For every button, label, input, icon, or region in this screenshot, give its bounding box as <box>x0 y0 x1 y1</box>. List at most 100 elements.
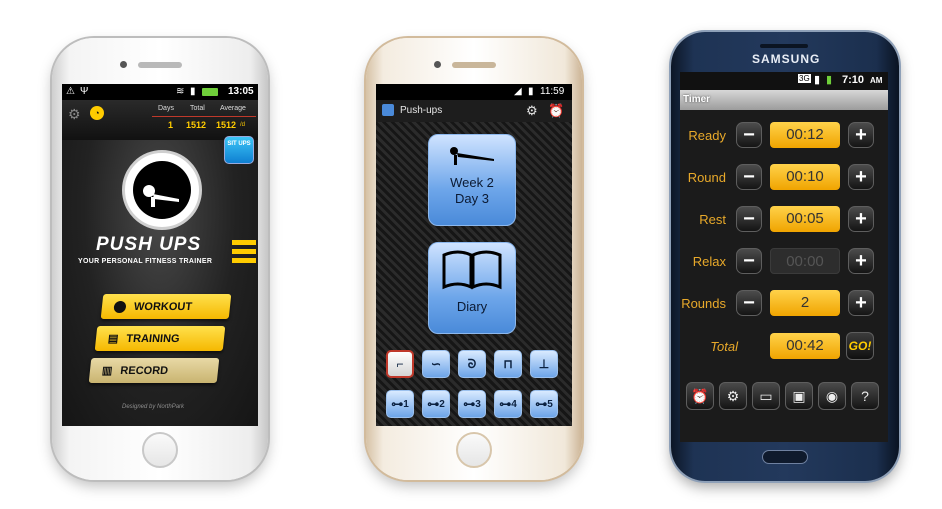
training-button[interactable]: ▤ TRAINING <box>94 326 226 351</box>
exercise-situps-button[interactable]: ∽ <box>422 350 450 378</box>
rest-plus-button[interactable]: + <box>848 206 874 232</box>
situps-app-badge[interactable]: SIT UPS <box>224 136 254 164</box>
stats-divider <box>152 116 256 117</box>
alarm-icon[interactable]: ⏰ <box>548 103 564 119</box>
workout-day-button[interactable]: Week 2 Day 3 <box>428 134 516 226</box>
dumbbell-icon: ⊶ <box>463 397 476 411</box>
stripes-decoration <box>232 240 256 268</box>
app-bar: Push-ups ⚙ ⏰ <box>376 100 572 122</box>
battery-icon: ▮ <box>826 74 833 86</box>
front-camera <box>120 61 127 68</box>
earpiece <box>138 62 182 68</box>
rounds-plus-button[interactable]: + <box>848 290 874 316</box>
go-button[interactable]: GO! <box>846 332 874 360</box>
3g-icon: 3G <box>798 74 811 83</box>
bar-chart-icon: ▥ <box>101 365 113 377</box>
relax-plus-button[interactable]: + <box>848 248 874 274</box>
ready-label: Ready <box>688 128 726 143</box>
exercise-dips-button[interactable]: ⊥ <box>530 350 558 378</box>
brand-logo: SAMSUNG <box>752 52 821 66</box>
round-label: Round <box>687 170 726 185</box>
exercise-pullups-button[interactable]: ⊓ <box>494 350 522 378</box>
status-bar: ⚠ Ψ ≋ ▮ 13:05 <box>62 84 258 100</box>
rounds-value[interactable]: 2 <box>770 290 840 316</box>
workout-button[interactable]: WORKOUT <box>100 294 232 319</box>
level-4-button[interactable]: ⊶ 4 <box>494 390 522 418</box>
settings-icon[interactable]: ⚙ <box>526 103 538 119</box>
dumbbell-icon: ⊶ <box>427 397 440 411</box>
pushup-figure-icon <box>450 147 494 165</box>
dips-icon: ⊥ <box>538 357 550 371</box>
stat-unit: /d <box>240 122 246 128</box>
round-value[interactable]: 00:10 <box>770 164 840 190</box>
level-5-button[interactable]: ⊶ 5 <box>530 390 558 418</box>
workout-week: Week 2 <box>450 175 494 190</box>
ready-value[interactable]: 00:12 <box>770 122 840 148</box>
app-title: Push-ups <box>400 105 443 116</box>
earpiece <box>452 62 496 68</box>
level-3-button[interactable]: ⊶ 3 <box>458 390 486 418</box>
clock-icon[interactable]: ◔ <box>90 106 104 120</box>
app-icon <box>382 104 394 116</box>
front-camera <box>434 61 441 68</box>
stat-days: 1 <box>168 120 174 130</box>
wifi-icon: ≋ <box>176 86 185 97</box>
workout-icon <box>113 300 127 313</box>
folder-icon[interactable]: ▭ <box>752 382 780 410</box>
ready-plus-button[interactable]: + <box>848 122 874 148</box>
relax-value[interactable]: 00:00 <box>770 248 840 274</box>
status-bar: 3G ▮ ▮ 7:10 AM <box>680 72 888 90</box>
alarm-clock-icon[interactable]: ⏰ <box>686 382 714 410</box>
exercise-pushups-button[interactable]: ⌐ <box>386 350 414 378</box>
help-icon[interactable]: ? <box>851 382 879 410</box>
total-value: 00:42 <box>770 333 840 359</box>
diary-button[interactable]: Diary <box>428 242 516 334</box>
usb-icon: Ψ <box>80 86 89 97</box>
exercise-squats-button[interactable]: ᘐ <box>458 350 486 378</box>
book-icon <box>442 250 502 290</box>
signal-icon: ▮ <box>814 74 821 86</box>
dumbbell-icon: ⊶ <box>499 397 512 411</box>
dumbbell-icon: ⊶ <box>391 397 404 411</box>
dumbbell-icon: ⊶ <box>535 397 548 411</box>
pullup-icon: ⊓ <box>503 357 513 371</box>
level-2-button[interactable]: ⊶ 2 <box>422 390 450 418</box>
gear-icon[interactable]: ⚙ <box>68 106 81 123</box>
save-icon[interactable]: ▣ <box>785 382 813 410</box>
clipboard-icon: ▤ <box>107 333 119 345</box>
status-time: 11:59 <box>540 86 565 97</box>
earpiece <box>760 44 808 48</box>
relax-minus-button[interactable]: − <box>736 248 762 274</box>
rest-value[interactable]: 00:05 <box>770 206 840 232</box>
home-button[interactable] <box>762 450 808 464</box>
ready-minus-button[interactable]: − <box>736 122 762 148</box>
rounds-minus-button[interactable]: − <box>736 290 762 316</box>
screen-title: Timer <box>680 90 888 110</box>
stats-bar: ⚙ ◔ Days Total Average 1 1512 1512 /d <box>62 100 258 140</box>
signal-icon: ◢ <box>514 86 522 97</box>
status-time: 7:10 <box>842 74 865 86</box>
rest-minus-button[interactable]: − <box>736 206 762 232</box>
squat-icon: ᘐ <box>467 356 477 371</box>
warning-icon: ⚠ <box>66 86 75 97</box>
status-time: 13:05 <box>228 86 254 97</box>
situp-icon: ∽ <box>430 357 442 371</box>
stat-total: 1512 <box>186 120 207 130</box>
status-bar: ◢ ▮ 11:59 <box>376 84 572 100</box>
pushups-logo <box>122 150 202 230</box>
app-showcase: ⚠ Ψ ≋ ▮ 13:05 ⚙ ◔ Days Total Average 1 1… <box>0 0 942 509</box>
home-button[interactable] <box>456 432 492 468</box>
gear-icon[interactable]: ⚙ <box>719 382 747 410</box>
record-button[interactable]: ▥ RECORD <box>88 358 220 383</box>
webcam-icon[interactable]: ◉ <box>818 382 846 410</box>
stat-average: 1512 <box>216 120 237 130</box>
total-label: Total <box>710 339 738 354</box>
app-subtitle: YOUR PERSONAL FITNESS TRAINER <box>78 258 213 265</box>
level-1-button[interactable]: ⊶ 1 <box>386 390 414 418</box>
stat-header-days: Days <box>158 105 174 112</box>
home-button[interactable] <box>142 432 178 468</box>
rest-label: Rest <box>699 212 726 227</box>
round-minus-button[interactable]: − <box>736 164 762 190</box>
round-plus-button[interactable]: + <box>848 164 874 190</box>
workout-day: Day 3 <box>455 191 489 206</box>
